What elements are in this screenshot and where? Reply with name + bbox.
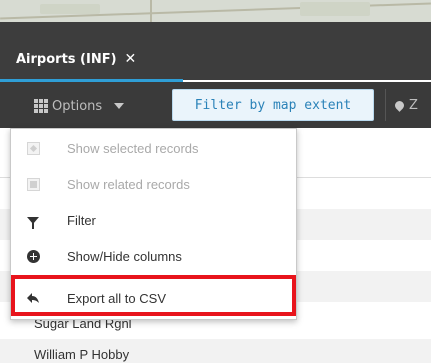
table-toolbar: Options Filter by map extent Z	[0, 82, 431, 128]
export-arrow-icon	[26, 291, 40, 305]
map-road	[150, 0, 152, 22]
menu-item-label: Show/Hide columns	[67, 248, 182, 264]
menu-item-filter[interactable]: Filter	[11, 202, 296, 238]
menu-item-label: Export all to CSV	[67, 290, 166, 306]
plus-circle-icon	[26, 249, 40, 263]
show-selected-icon	[26, 141, 40, 155]
options-dropdown-menu: Show selected records Show related recor…	[10, 128, 297, 320]
tab-label: Airports (INF)	[16, 51, 117, 67]
table-row[interactable]: William P Hobby	[0, 339, 431, 363]
toolbar-divider	[385, 89, 386, 121]
zoom-label: Z	[409, 97, 418, 113]
menu-item-show-selected-records[interactable]: Show selected records	[11, 130, 296, 166]
menu-item-show-related-records[interactable]: Show related records	[11, 166, 296, 202]
table-cell: William P Hobby	[34, 347, 130, 362]
map-area	[300, 2, 370, 16]
caret-down-icon	[114, 103, 125, 109]
filter-by-map-extent-button[interactable]: Filter by map extent	[172, 89, 374, 121]
menu-item-show-hide-columns[interactable]: Show/Hide columns	[11, 238, 296, 274]
tab-airports[interactable]: Airports (INF) ✕	[16, 47, 136, 71]
menu-item-label: Show related records	[67, 176, 190, 192]
attribute-table-header: Airports (INF) ✕	[0, 22, 431, 80]
show-related-icon	[26, 177, 40, 191]
grid-icon	[34, 99, 48, 113]
zoom-to-button[interactable]: Z	[395, 93, 431, 117]
close-icon[interactable]: ✕	[125, 52, 137, 66]
menu-item-label: Filter	[67, 212, 96, 228]
menu-item-export-all-to-csv[interactable]: Export all to CSV	[11, 280, 296, 316]
map-area	[40, 4, 100, 14]
map-pin-icon	[395, 98, 406, 112]
map-background	[0, 0, 431, 22]
options-button[interactable]: Options	[34, 96, 125, 116]
funnel-icon	[26, 213, 40, 229]
menu-item-label: Show selected records	[67, 140, 199, 156]
options-label: Options	[52, 98, 103, 114]
